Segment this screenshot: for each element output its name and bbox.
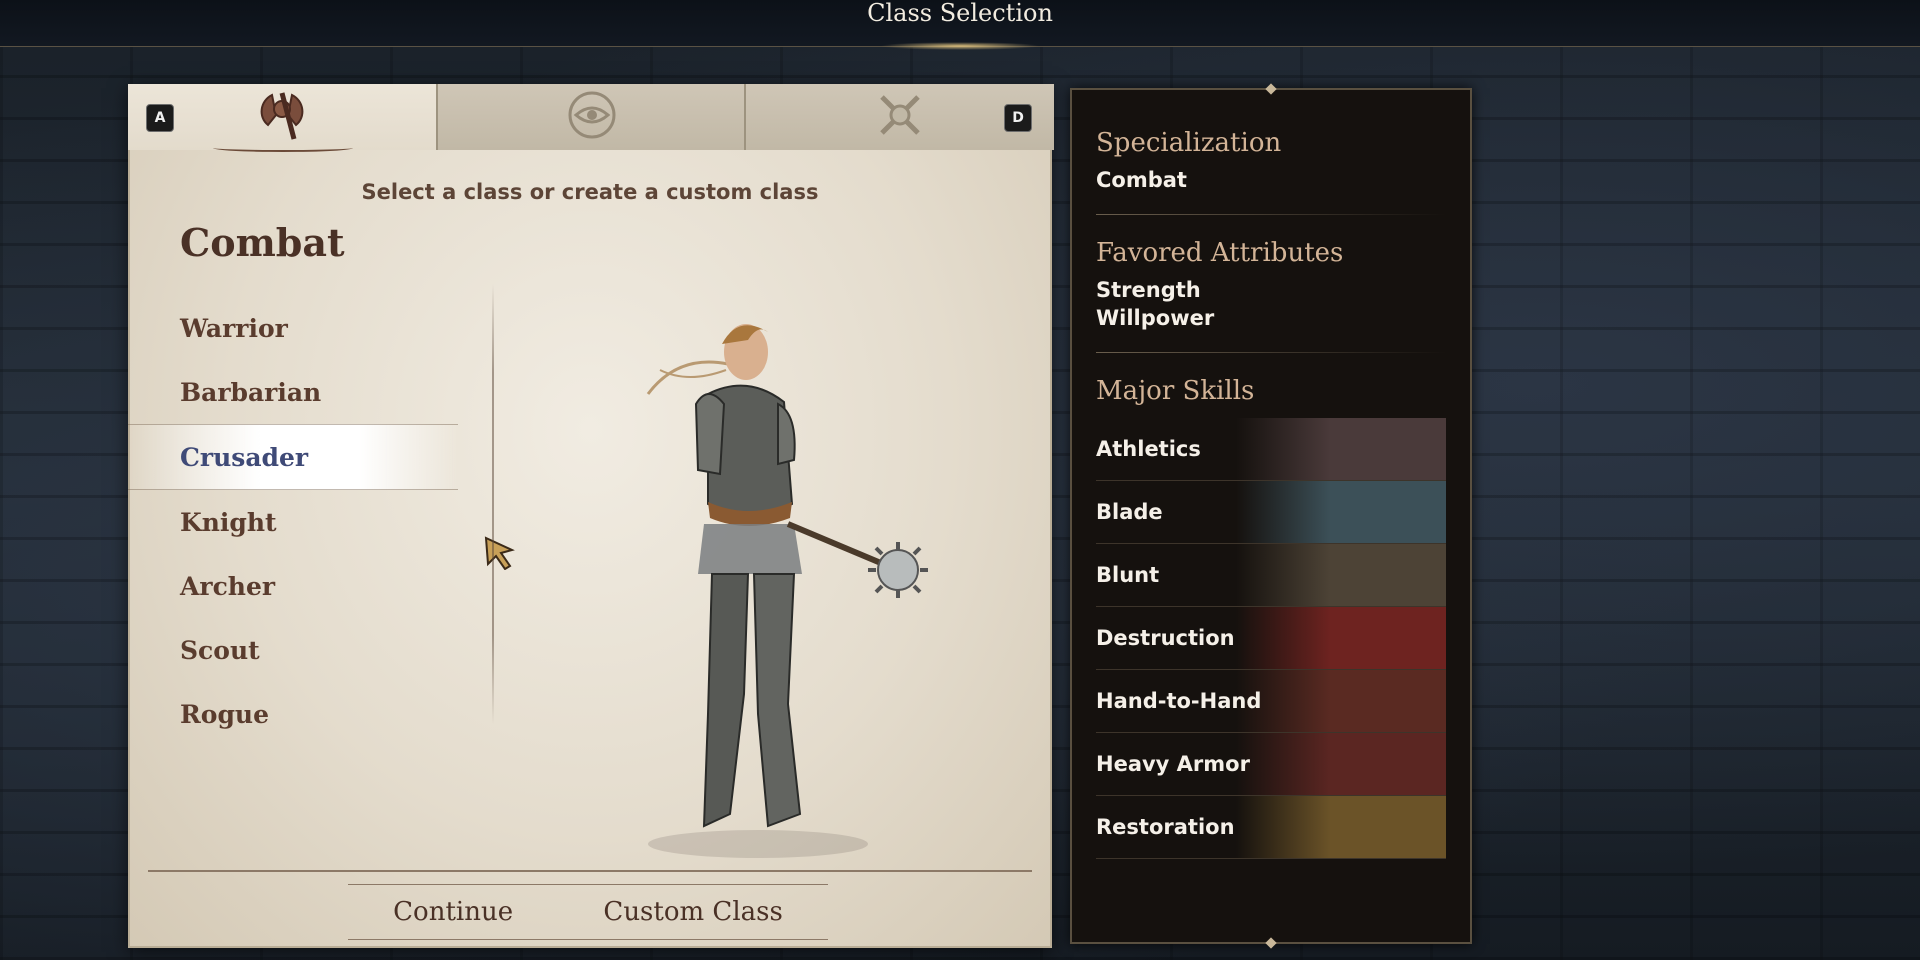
class-parchment-panel: A D Select a class or create a custom cl… bbox=[128, 84, 1054, 948]
skill-label: Hand-to-Hand bbox=[1096, 689, 1262, 713]
skill-label: Heavy Armor bbox=[1096, 752, 1250, 776]
destruction-art-icon bbox=[1236, 607, 1446, 669]
separator bbox=[1096, 214, 1446, 215]
skill-restoration[interactable]: Restoration bbox=[1096, 796, 1446, 859]
athletics-art-icon bbox=[1236, 418, 1446, 480]
skill-heavy-armor[interactable]: Heavy Armor bbox=[1096, 733, 1446, 796]
tab-ornament bbox=[213, 144, 353, 152]
list-divider bbox=[492, 284, 494, 724]
skill-label: Blade bbox=[1096, 500, 1163, 524]
specialization-value: Combat bbox=[1096, 168, 1187, 192]
prev-tab-key[interactable]: A bbox=[146, 104, 174, 132]
footer-divider bbox=[148, 870, 1032, 872]
attributes-heading: Favored Attributes bbox=[1096, 238, 1344, 268]
skill-hand-to-hand[interactable]: Hand-to-Hand bbox=[1096, 670, 1446, 733]
class-item-barbarian[interactable]: Barbarian bbox=[128, 360, 458, 424]
crossed-keys-icon bbox=[872, 87, 928, 147]
tab-combat[interactable] bbox=[128, 84, 436, 152]
class-item-warrior[interactable]: Warrior bbox=[128, 296, 458, 360]
tab-bar: A D bbox=[128, 84, 1054, 152]
skill-athletics[interactable]: Athletics bbox=[1096, 418, 1446, 481]
footer-buttons: Continue Custom Class bbox=[348, 884, 828, 940]
next-tab-key[interactable]: D bbox=[1004, 104, 1032, 132]
attribute-strength: Strength bbox=[1096, 278, 1201, 302]
hand-to-hand-art-icon bbox=[1236, 670, 1446, 732]
skill-label: Athletics bbox=[1096, 437, 1201, 461]
eye-emblem-icon bbox=[566, 89, 618, 145]
skill-label: Blunt bbox=[1096, 563, 1160, 587]
class-item-rogue[interactable]: Rogue bbox=[128, 682, 458, 746]
skill-label: Destruction bbox=[1096, 626, 1235, 650]
skill-destruction[interactable]: Destruction bbox=[1096, 607, 1446, 670]
class-info-panel: Specialization Combat Favored Attributes… bbox=[1070, 83, 1472, 949]
restoration-art-icon bbox=[1236, 796, 1446, 858]
separator bbox=[1096, 352, 1446, 353]
skill-blade[interactable]: Blade bbox=[1096, 481, 1446, 544]
class-item-crusader[interactable]: Crusader bbox=[128, 424, 458, 490]
title-glow bbox=[880, 42, 1040, 50]
blunt-art-icon bbox=[1236, 544, 1446, 606]
class-list: Warrior Barbarian Crusader Knight Archer… bbox=[128, 296, 458, 746]
axe-shield-icon bbox=[250, 87, 314, 147]
crusader-portrait bbox=[608, 274, 948, 874]
custom-class-button[interactable]: Custom Class bbox=[603, 897, 782, 927]
tab-magic[interactable] bbox=[436, 84, 746, 150]
blade-art-icon bbox=[1236, 481, 1446, 543]
class-item-scout[interactable]: Scout bbox=[128, 618, 458, 682]
heavy-armor-art-icon bbox=[1236, 733, 1446, 795]
class-item-knight[interactable]: Knight bbox=[128, 490, 458, 554]
major-skills-heading: Major Skills bbox=[1096, 376, 1255, 406]
class-item-archer[interactable]: Archer bbox=[128, 554, 458, 618]
continue-button[interactable]: Continue bbox=[393, 897, 513, 927]
screen-title: Class Selection bbox=[867, 0, 1053, 27]
skill-label: Restoration bbox=[1096, 815, 1235, 839]
skill-blunt[interactable]: Blunt bbox=[1096, 544, 1446, 607]
category-title: Combat bbox=[180, 220, 345, 265]
specialization-heading: Specialization bbox=[1096, 128, 1282, 158]
attribute-willpower: Willpower bbox=[1096, 306, 1215, 330]
instruction-text: Select a class or create a custom class bbox=[361, 180, 819, 204]
